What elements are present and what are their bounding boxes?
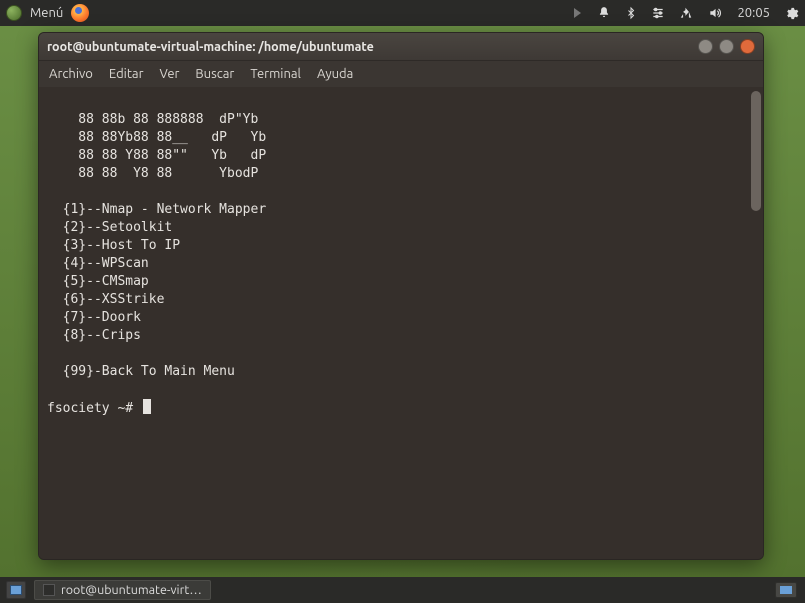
- bottom-panel: root@ubuntumate-virt…: [0, 577, 805, 603]
- taskbar-item-label: root@ubuntumate-virt…: [61, 583, 202, 597]
- panel-separator-icon: [574, 8, 581, 18]
- terminal-scrollbar[interactable]: [751, 91, 761, 555]
- clock-label[interactable]: 20:05: [737, 6, 770, 20]
- desktop[interactable]: root@ubuntumate-virtual-machine: /home/u…: [0, 26, 805, 577]
- menubar: Archivo Editar Ver Buscar Terminal Ayuda: [39, 61, 763, 87]
- menu-search[interactable]: Buscar: [195, 67, 234, 81]
- window-title: root@ubuntumate-virtual-machine: /home/u…: [47, 40, 692, 54]
- minimize-button[interactable]: [698, 39, 713, 54]
- top-panel: Menú 20:05: [0, 0, 805, 26]
- menu-label[interactable]: Menú: [30, 6, 63, 20]
- terminal-output: 88 88b 88 888888 dP"Yb 88 88Yb88 88__ dP…: [47, 93, 755, 418]
- terminal-body[interactable]: 88 88b 88 888888 dP"Yb 88 88Yb88 88__ dP…: [39, 87, 763, 559]
- mate-logo-icon[interactable]: [6, 5, 22, 21]
- firefox-icon[interactable]: [71, 4, 89, 22]
- menu-view[interactable]: Ver: [160, 67, 180, 81]
- menu-terminal[interactable]: Terminal: [250, 67, 301, 81]
- gear-icon[interactable]: [784, 6, 799, 21]
- menu-help[interactable]: Ayuda: [317, 67, 353, 81]
- menu-file[interactable]: Archivo: [49, 67, 93, 81]
- terminal-window: root@ubuntumate-virtual-machine: /home/u…: [38, 32, 764, 560]
- scrollbar-thumb[interactable]: [751, 91, 761, 211]
- workspace-switcher[interactable]: [775, 582, 797, 598]
- bell-icon[interactable]: [597, 6, 611, 20]
- close-button[interactable]: [740, 39, 755, 54]
- terminal-task-icon: [43, 584, 55, 596]
- equalizer-icon[interactable]: [651, 6, 665, 20]
- volume-icon[interactable]: [707, 6, 723, 20]
- titlebar[interactable]: root@ubuntumate-virtual-machine: /home/u…: [39, 33, 763, 61]
- show-desktop-button[interactable]: [6, 581, 26, 599]
- taskbar-item-terminal[interactable]: root@ubuntumate-virt…: [34, 580, 211, 600]
- bluetooth-icon[interactable]: [625, 6, 637, 20]
- menu-edit[interactable]: Editar: [109, 67, 144, 81]
- network-icon[interactable]: [679, 6, 693, 20]
- terminal-cursor: [143, 399, 151, 414]
- maximize-button[interactable]: [719, 39, 734, 54]
